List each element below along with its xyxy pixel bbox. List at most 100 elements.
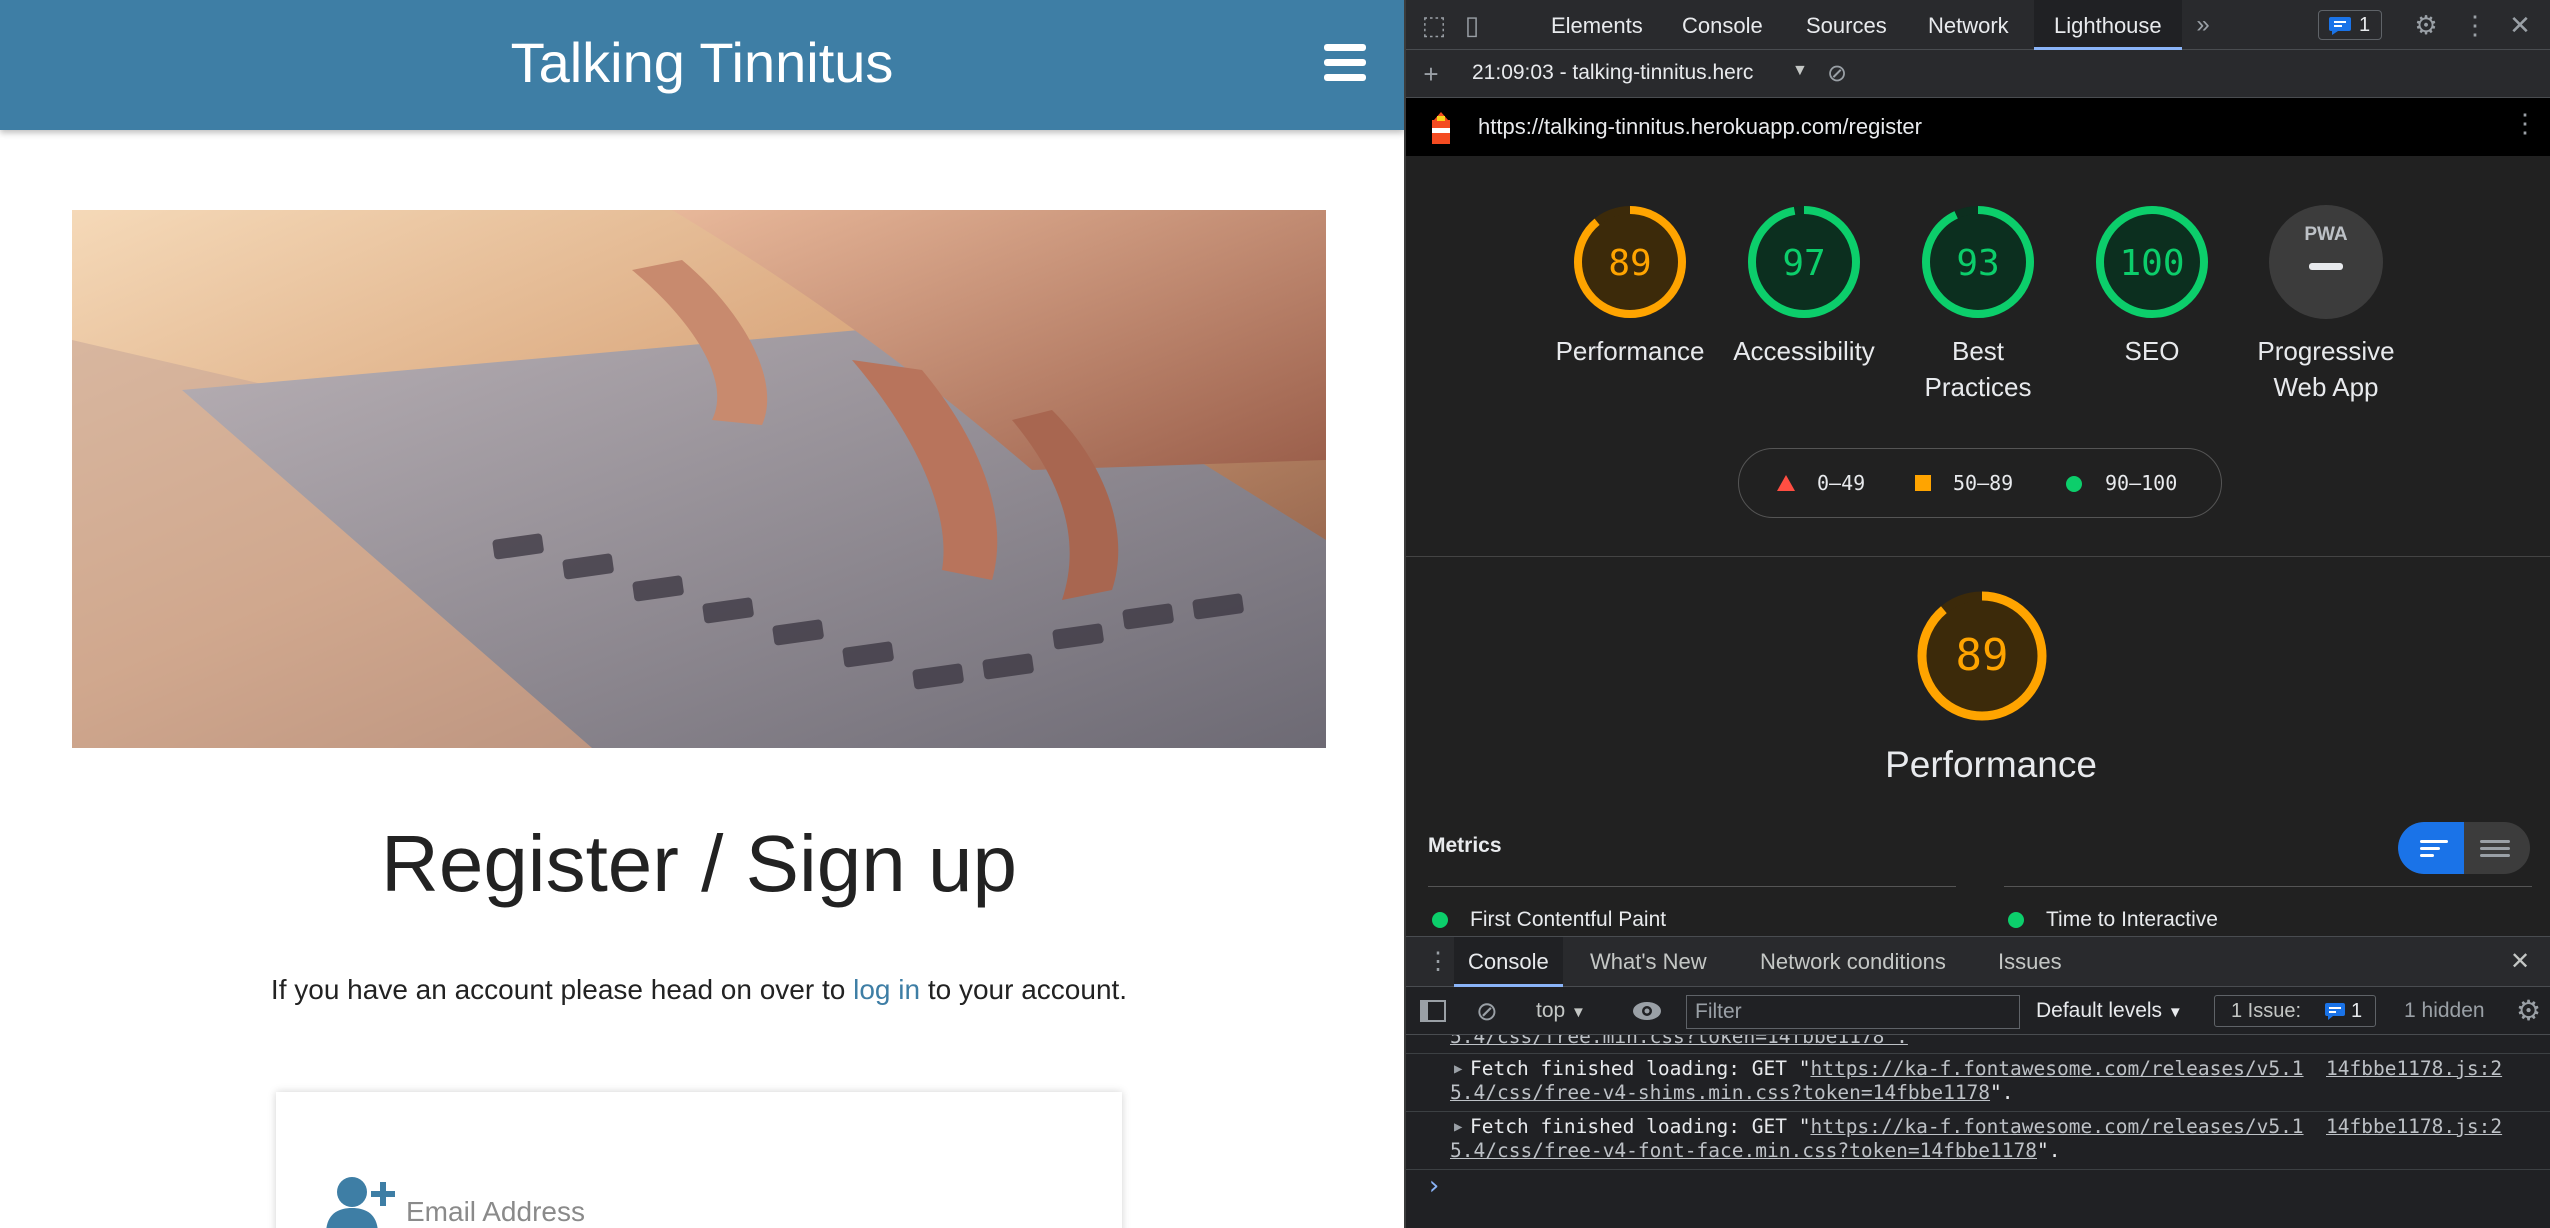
log-link[interactable]: https://ka-f.fontawesome.com/releases/v5…: [1810, 1115, 2303, 1138]
gauge-label: Accessibility: [1714, 333, 1894, 369]
gauge-label-line: Web App: [2273, 372, 2379, 402]
user-plus-icon: [324, 1174, 396, 1228]
issues-text: 1 Issue:: [2231, 1000, 2302, 1022]
drawer-tab-console[interactable]: Console: [1454, 937, 1563, 987]
email-field[interactable]: [406, 1192, 1006, 1228]
gauge-score: 89: [1608, 243, 1651, 284]
settings-gear-icon[interactable]: ⚙: [2408, 0, 2444, 50]
drawer-tab-network-conditions[interactable]: Network conditions: [1760, 937, 1946, 987]
new-report-icon[interactable]: +: [1416, 50, 1446, 98]
register-text-after: to your account.: [920, 974, 1128, 1005]
more-options-icon[interactable]: ⋮: [2460, 0, 2490, 50]
console-log-line-cont: 5.4/css/free-v4-font-face.min.css?token=…: [1450, 1139, 2060, 1162]
pass-circle-icon: [2066, 476, 2082, 492]
drawer-tabbar: ⋮ Console What's New Network conditions …: [1406, 937, 2550, 987]
site-title[interactable]: Talking Tinnitus: [0, 30, 1404, 95]
message-icon: [2329, 17, 2351, 35]
log-source-link[interactable]: 14fbbe1178.js:2: [2326, 1057, 2502, 1080]
report-selector[interactable]: 21:09:03 - talking-tinnitus.herc: [1472, 61, 1762, 85]
issues-badge[interactable]: 1: [2318, 10, 2382, 40]
gauge-score: 100: [2119, 243, 2184, 284]
score-gauge-best[interactable]: 93 Best Practices: [1888, 202, 2068, 405]
score-gauge-progressive[interactable]: PWA Progressive Web App: [2236, 202, 2416, 405]
gauge-score: 97: [1782, 243, 1825, 284]
metric-time-to-interactive: Time to Interactive: [2008, 908, 2218, 932]
report-url[interactable]: https://talking-tinnitus.herokuapp.com/r…: [1478, 114, 1922, 140]
metric-view-toggle[interactable]: [2398, 822, 2530, 874]
console-prompt[interactable]: ›: [1426, 1171, 1442, 1201]
drawer-tab-whats-new[interactable]: What's New: [1590, 937, 1707, 987]
log-levels-value: Default levels: [2036, 999, 2163, 1022]
console-log-line-cont: 5.4/css/free-v4-shims.min.css?token=14fb…: [1450, 1081, 2014, 1104]
eye-icon[interactable]: [1632, 1001, 1662, 1021]
devtools-panel: ⬚ ▯ Elements Console Sources Network Lig…: [1404, 0, 2550, 1228]
score-gauge-performance[interactable]: 89 Performance: [1540, 202, 1720, 369]
tab-lighthouse[interactable]: Lighthouse: [2034, 0, 2182, 50]
pass-dot-icon: [1432, 912, 1448, 928]
issues-count: 1: [2351, 1000, 2363, 1022]
metric-label: First Contentful Paint: [1470, 908, 1667, 931]
console-issues-button[interactable]: 1 Issue: 1: [2214, 995, 2376, 1027]
register-form-card: [276, 1092, 1122, 1228]
close-drawer-icon[interactable]: ✕: [2510, 937, 2530, 987]
performance-big-score: 89: [1956, 630, 2009, 681]
chevron-down-icon: ▼: [2167, 1004, 2183, 1021]
gauge-label-line: Practices: [1924, 372, 2032, 402]
gauge-label: Progressive Web App: [2236, 333, 2416, 405]
log-suffix: ".: [2037, 1139, 2061, 1162]
console-settings-gear-icon[interactable]: ⚙: [2516, 987, 2541, 1035]
pwa-dash: [2309, 263, 2343, 270]
log-link[interactable]: 5.4/css/free-v4-font-face.min.css?token=…: [1450, 1139, 2037, 1162]
pwa-badge-icon: [2269, 205, 2383, 319]
gauge-label: Performance: [1540, 333, 1720, 369]
log-source-link[interactable]: 14fbbe1178.js:2: [2326, 1115, 2502, 1138]
tab-elements[interactable]: Elements: [1551, 0, 1643, 50]
inspect-icon[interactable]: ⬚: [1416, 0, 1452, 50]
drawer-menu-icon[interactable]: ⋮: [1426, 937, 1450, 987]
log-suffix: ".: [1990, 1081, 2014, 1104]
sidebar-toggle-icon[interactable]: [1420, 1000, 1446, 1022]
context-value: top: [1536, 999, 1566, 1022]
toggle-summary-icon[interactable]: [2398, 822, 2464, 874]
log-link[interactable]: 5.4/css/free-v4-shims.min.css?token=14fb…: [1450, 1081, 1990, 1104]
report-menu-icon[interactable]: ⋮: [2512, 108, 2538, 139]
chevron-down-icon[interactable]: ▼: [1792, 62, 1808, 80]
gauge-ring: 93: [1922, 206, 2034, 318]
close-devtools-icon[interactable]: ✕: [2502, 0, 2538, 50]
pwa-badge-text: PWA: [2304, 224, 2348, 245]
score-gauge-accessibility[interactable]: 97 Accessibility: [1714, 202, 1894, 369]
more-tabs-icon[interactable]: »: [2188, 0, 2218, 50]
menu-icon[interactable]: [1324, 44, 1366, 82]
console-filter-input[interactable]: [1686, 995, 2020, 1029]
clear-reports-icon[interactable]: ⊘: [1822, 50, 1852, 98]
score-gauge-seo[interactable]: 100 SEO: [2062, 202, 2242, 369]
expand-arrow-icon[interactable]: ▶: [1454, 1119, 1462, 1135]
expand-arrow-icon[interactable]: ▶: [1454, 1061, 1462, 1077]
average-square-icon: [1915, 475, 1931, 491]
fail-triangle-icon: [1777, 475, 1795, 491]
tab-console[interactable]: Console: [1682, 0, 1763, 50]
legend-average: 50–89: [1953, 471, 2014, 495]
log-prefix: Fetch finished loading: GET ": [1470, 1115, 1811, 1138]
report-url-bar: https://talking-tinnitus.herokuapp.com/r…: [1406, 98, 2550, 156]
hidden-count: 1 hidden: [2404, 999, 2485, 1022]
tab-network[interactable]: Network: [1928, 0, 2009, 50]
gauge-label-line: Best: [1951, 336, 2005, 366]
login-link[interactable]: log in: [853, 974, 920, 1005]
gauge-label-line: SEO: [2124, 336, 2180, 366]
tab-sources[interactable]: Sources: [1806, 0, 1887, 50]
chevron-down-icon: ▼: [1571, 1004, 1586, 1021]
clear-console-icon[interactable]: ⊘: [1476, 987, 1498, 1035]
log-levels-selector[interactable]: Default levels ▼: [2036, 987, 2183, 1037]
metric-first-contentful-paint: First Contentful Paint: [1432, 908, 1666, 932]
message-icon: [2325, 1003, 2345, 1020]
console-drawer: ⋮ Console What's New Network conditions …: [1406, 936, 2550, 1228]
gauge-ring: 100: [2096, 206, 2208, 318]
log-link[interactable]: https://ka-f.fontawesome.com/releases/v5…: [1810, 1057, 2303, 1080]
context-selector[interactable]: top ▼: [1536, 987, 1586, 1037]
issues-badge-count: 1: [2359, 14, 2371, 36]
lighthouse-report: 89 Performance 97 Accessibility 93 Best Practi…: [1406, 156, 2550, 936]
drawer-tab-issues[interactable]: Issues: [1998, 937, 2062, 987]
gauge-score: 93: [1956, 243, 1999, 284]
device-toolbar-icon[interactable]: ▯: [1454, 0, 1490, 50]
